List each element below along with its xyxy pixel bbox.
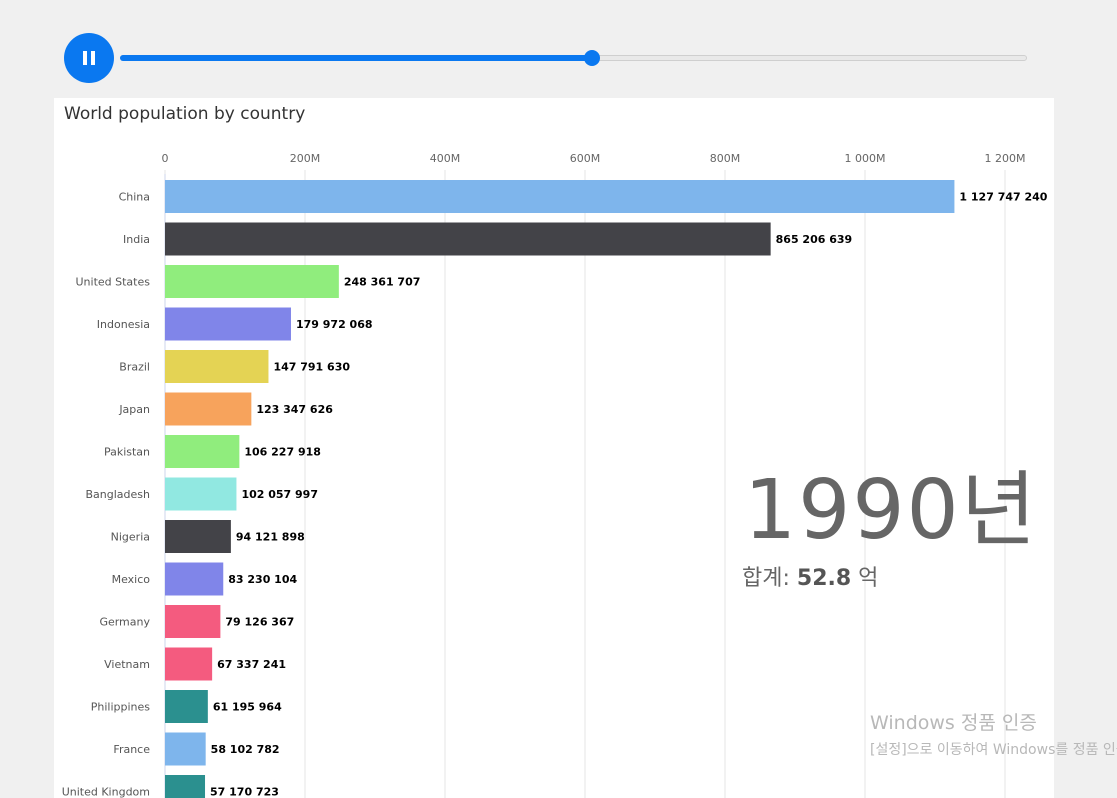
x-tick-label: 0 bbox=[162, 152, 169, 165]
bar bbox=[165, 563, 223, 596]
value-label: 147 791 630 bbox=[273, 361, 350, 374]
x-tick-label: 1 000M bbox=[845, 152, 886, 165]
value-label: 83 230 104 bbox=[228, 573, 297, 586]
value-label: 94 121 898 bbox=[236, 531, 305, 544]
category-label: Germany bbox=[99, 616, 150, 629]
bar bbox=[165, 223, 771, 256]
bar bbox=[165, 605, 220, 638]
category-label: Philippines bbox=[91, 701, 151, 714]
bar bbox=[165, 265, 339, 298]
bar bbox=[165, 648, 212, 681]
slider-fill bbox=[120, 55, 592, 61]
category-label: China bbox=[119, 191, 150, 204]
value-label: 79 126 367 bbox=[225, 616, 294, 629]
value-label: 179 972 068 bbox=[296, 318, 373, 331]
value-label: 57 170 723 bbox=[210, 786, 279, 798]
watermark-line1: Windows 정품 인증 bbox=[870, 708, 1117, 735]
category-label: Mexico bbox=[112, 573, 151, 586]
bar bbox=[165, 775, 205, 798]
bar bbox=[165, 180, 954, 213]
bar bbox=[165, 435, 239, 468]
x-tick-label: 800M bbox=[710, 152, 741, 165]
total-value: 52.8 bbox=[797, 566, 851, 591]
value-label: 102 057 997 bbox=[241, 488, 318, 501]
x-tick-label: 600M bbox=[570, 152, 601, 165]
value-label: 1 127 747 240 bbox=[959, 191, 1047, 204]
x-tick-label: 200M bbox=[290, 152, 321, 165]
category-label: Vietnam bbox=[104, 658, 150, 671]
category-label: Japan bbox=[118, 403, 150, 416]
category-label: United Kingdom bbox=[62, 786, 150, 798]
category-label: United States bbox=[76, 276, 151, 289]
value-label: 67 337 241 bbox=[217, 658, 286, 671]
bar bbox=[165, 350, 268, 383]
chart-panel: World population by country 0200M400M600… bbox=[54, 98, 1054, 798]
category-label: India bbox=[123, 233, 150, 246]
bar bbox=[165, 690, 208, 723]
x-tick-label: 1 200M bbox=[985, 152, 1026, 165]
pause-icon bbox=[83, 51, 95, 65]
total-label: 합계: 52.8 억 bbox=[742, 560, 878, 592]
timeline-slider[interactable] bbox=[120, 50, 1027, 66]
value-label: 248 361 707 bbox=[344, 276, 421, 289]
category-label: Pakistan bbox=[104, 446, 150, 459]
value-label: 865 206 639 bbox=[776, 233, 853, 246]
category-label: Brazil bbox=[119, 361, 150, 374]
category-label: Bangladesh bbox=[86, 488, 151, 501]
bar bbox=[165, 733, 206, 766]
bar bbox=[165, 478, 236, 511]
value-label: 123 347 626 bbox=[256, 403, 333, 416]
value-label: 61 195 964 bbox=[213, 701, 282, 714]
total-prefix: 합계: bbox=[742, 566, 797, 591]
bar bbox=[165, 393, 251, 426]
slider-thumb[interactable] bbox=[584, 50, 600, 66]
year-label: 1990년 bbox=[744, 443, 1038, 562]
value-label: 58 102 782 bbox=[211, 743, 280, 756]
category-label: Nigeria bbox=[111, 531, 150, 544]
watermark-line2: [설정]으로 이동하여 Windows를 정품 인증합니다. bbox=[870, 739, 1117, 759]
windows-activation-watermark: Windows 정품 인증 [설정]으로 이동하여 Windows를 정품 인증… bbox=[870, 708, 1117, 759]
bar bbox=[165, 520, 231, 553]
x-tick-label: 400M bbox=[430, 152, 461, 165]
bar bbox=[165, 308, 291, 341]
total-unit: 억 bbox=[851, 566, 878, 591]
category-label: Indonesia bbox=[97, 318, 150, 331]
value-label: 106 227 918 bbox=[244, 446, 321, 459]
pause-button[interactable] bbox=[64, 33, 114, 83]
category-label: France bbox=[113, 743, 150, 756]
